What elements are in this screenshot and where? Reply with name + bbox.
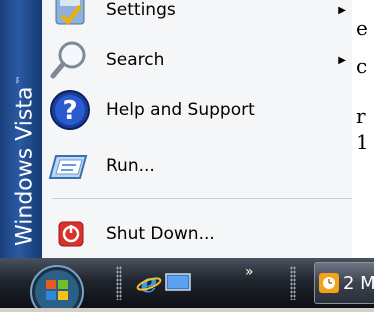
taskbar-grip[interactable] [116,266,122,300]
menu-item-shut-down[interactable]: Shut Down... [48,210,348,258]
shutdown-icon [48,212,92,256]
start-menu: Windows Vista™ Settings ▶ Search ▶ ? Hel… [0,0,352,258]
start-button[interactable] [24,258,90,312]
background-text-fragment: r [356,104,366,128]
menu-item-label: Help and Support [106,100,255,120]
menu-item-search[interactable]: Search ▶ [48,36,348,84]
menu-item-label: Run... [106,156,155,176]
show-desktop-icon[interactable] [164,270,192,300]
menu-item-label: Search [106,50,165,70]
taskbar-button-label: 2 M [343,272,374,294]
help-icon: ? [48,88,92,132]
background-text-fragment: 1 [356,130,369,154]
menu-item-label: Settings [106,0,176,20]
background-text-fragment: c [356,54,368,78]
submenu-arrow-icon: ▶ [338,4,346,16]
menu-item-settings[interactable]: Settings ▶ [48,0,348,34]
menu-item-label: Shut Down... [106,224,215,244]
clock-app-icon [319,273,339,293]
quick-launch-overflow-icon[interactable]: » [245,264,254,280]
menu-item-help-and-support[interactable]: ? Help and Support [48,86,348,134]
brand-label: Windows Vista [12,86,38,246]
brand-trademark: ™ [16,75,26,85]
taskbar-grip[interactable] [290,266,296,300]
brand-text: Windows Vista™ [0,0,42,258]
run-icon [48,144,92,188]
brand-sidebar: Windows Vista™ [0,0,42,258]
background-text-fragment: e [356,16,368,40]
submenu-arrow-icon: ▶ [338,54,346,66]
background-window: e c r 1 [352,0,374,258]
settings-icon [48,0,92,32]
svg-text:?: ? [62,96,77,126]
search-icon [48,38,92,82]
menu-item-run[interactable]: Run... [48,142,348,190]
menu-separator [52,198,352,199]
taskbar-button[interactable]: 2 M [314,262,374,304]
internet-explorer-icon[interactable]: e [136,269,162,300]
